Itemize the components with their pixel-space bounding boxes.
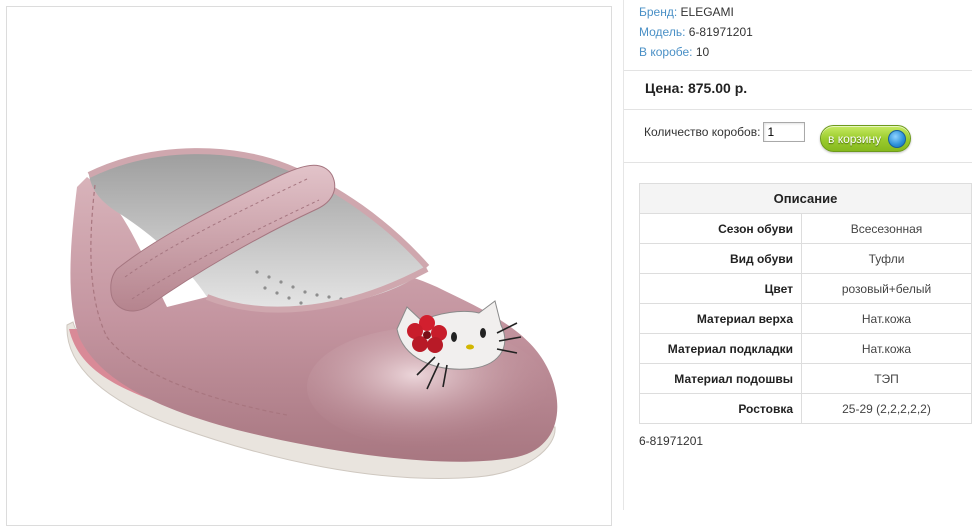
product-price: Цена: 875.00 р.	[645, 80, 748, 96]
table-row: Материал верха Нат.кожа	[639, 303, 972, 334]
table-row: Вид обуви Туфли	[639, 243, 972, 274]
quantity-label: Количество коробов:	[644, 125, 761, 139]
add-to-cart-button[interactable]: в корзину	[820, 125, 911, 152]
property-name: Вид обуви	[639, 243, 802, 274]
divider-line	[624, 70, 972, 71]
property-name: Материал подкладки	[639, 333, 802, 364]
table-row: Цвет розовый+белый	[639, 273, 972, 304]
property-value: Туфли	[801, 243, 972, 274]
quantity-row: Количество коробов:	[644, 122, 806, 142]
property-value: Всесезонная	[801, 213, 972, 244]
product-info-list: Бренд: ELEGAMI Модель: 6-81971201 В коро…	[639, 2, 753, 62]
property-value: ТЭП	[801, 363, 972, 394]
property-value: Нат.кожа	[801, 303, 972, 334]
product-image-frame[interactable]	[6, 6, 612, 526]
property-value: Нат.кожа	[801, 333, 972, 364]
model-label: Модель:	[639, 25, 686, 39]
property-name: Материал верха	[639, 303, 802, 334]
property-name: Материал подошвы	[639, 363, 802, 394]
property-value: 25-29 (2,2,2,2,2)	[801, 393, 972, 424]
description-table: Описание Сезон обуви Всесезонная Вид обу…	[639, 183, 972, 424]
model-value: 6-81971201	[688, 25, 753, 39]
add-to-cart-label: в корзину	[828, 131, 882, 146]
brand-row: Бренд: ELEGAMI	[639, 2, 753, 22]
property-name: Сезон обуви	[639, 213, 802, 244]
table-row: Материал подкладки Нат.кожа	[639, 333, 972, 364]
quantity-input[interactable]	[763, 122, 806, 142]
table-row: Материал подошвы ТЭП	[639, 363, 972, 394]
description-title: Описание	[639, 183, 972, 214]
panel-divider	[623, 0, 624, 510]
box-count-value: 10	[695, 45, 710, 59]
brand-label: Бренд:	[639, 5, 678, 19]
box-count-row: В коробе: 10	[639, 42, 753, 62]
model-code-footer: 6-81971201	[639, 434, 704, 448]
table-row: Ростовка 25-29 (2,2,2,2,2)	[639, 393, 972, 424]
property-name: Цвет	[639, 273, 802, 304]
product-photo-shoe	[66, 148, 558, 479]
divider-line	[624, 109, 972, 110]
divider-line	[624, 162, 972, 163]
basket-icon	[888, 130, 906, 148]
property-value: розовый+белый	[801, 273, 972, 304]
box-count-label: В коробе:	[639, 45, 693, 59]
property-name: Ростовка	[639, 393, 802, 424]
model-row: Модель: 6-81971201	[639, 22, 753, 42]
brand-value: ELEGAMI	[680, 5, 734, 19]
table-row: Сезон обуви Всесезонная	[639, 213, 972, 244]
